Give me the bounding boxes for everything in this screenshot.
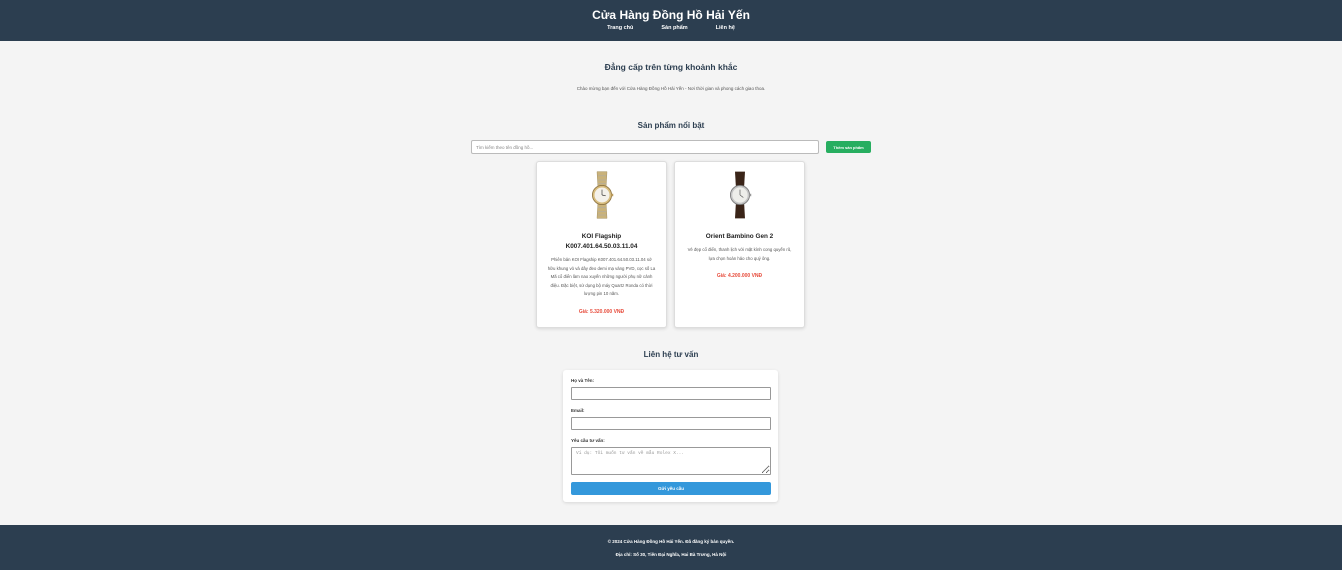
hero-heading: Đẳng cấp trên từng khoảnh khắc (604, 62, 738, 72)
product-name: Orient Bambino Gen 2 (705, 233, 774, 240)
product-card: Orient Bambino Gen 2 Vẻ đẹp cổ điển, tha… (674, 161, 805, 328)
name-label: Họ và Tên: (571, 378, 595, 383)
price-label: Giá: (578, 308, 589, 315)
product-card: KOI Flagship K007.401.64.50.03.11.04 Phi… (536, 161, 667, 328)
email-field-group: Email: (571, 408, 771, 430)
search-input[interactable] (471, 140, 819, 154)
price-value: 5.320.000 VNĐ (589, 308, 625, 315)
email-label: Email: (571, 408, 585, 413)
site-header: Cửa Hàng Đồng Hồ Hải Yến Trang chủ Sản p… (0, 0, 1342, 41)
search-row: Thêm sản phẩm (471, 140, 871, 154)
watch-image (591, 171, 613, 219)
hero-section: Đẳng cấp trên từng khoảnh khắc Chào mừng… (0, 62, 1342, 91)
product-description: Vẻ đẹp cổ điển, thanh lịch với mặt kính … (687, 247, 792, 261)
name-field-group: Họ và Tên: (571, 378, 771, 400)
name-input[interactable] (571, 387, 771, 400)
request-textarea[interactable] (571, 447, 771, 475)
product-price: Giá: 4.200.000 VNĐ (685, 273, 794, 279)
products-title: Sản phẩm nổi bật (637, 121, 705, 130)
contact-form: Họ và Tên: Email: Yêu cầu tư vấn: Gửi yê… (563, 370, 778, 502)
request-field-group: Yêu cầu tư vấn: (571, 438, 771, 475)
main-nav: Trang chủ Sản phẩm Liên hệ (0, 25, 1342, 31)
request-label: Yêu cầu tư vấn: (571, 438, 605, 443)
email-input[interactable] (571, 417, 771, 430)
nav-contact-link[interactable]: Liên hệ (712, 25, 739, 31)
add-product-button[interactable]: Thêm sản phẩm (826, 141, 871, 153)
product-description: Phiên bản KOI Flagship K007.401.64.50.03… (547, 257, 656, 296)
contact-title: Liên hệ tư vấn (643, 350, 699, 359)
footer-address: Địa chỉ: Số 30, Tiên Đại Nghĩa, Hai Bà T… (615, 552, 727, 557)
nav-products-link[interactable]: Sản phẩm (657, 25, 691, 31)
price-value: 4.200.000 VNĐ (727, 273, 763, 279)
watch-image (729, 171, 751, 219)
product-name: KOI Flagship K007.401.64.50.03.11.04 (565, 233, 638, 250)
hero-subtext: Chào mừng bạn đến với Cửa Hàng Đồng Hồ H… (576, 86, 766, 91)
submit-button[interactable]: Gửi yêu cầu (571, 482, 771, 495)
nav-home-link[interactable]: Trang chủ (603, 25, 637, 31)
product-price: Giá: 5.320.000 VNĐ (547, 309, 656, 315)
site-footer: © 2024 Cửa Hàng Đồng Hồ Hải Yến. Đã đăng… (0, 525, 1342, 570)
footer-copyright: © 2024 Cửa Hàng Đồng Hồ Hải Yến. Đã đăng… (607, 539, 735, 544)
price-label: Giá: (716, 273, 727, 279)
site-title: Cửa Hàng Đồng Hồ Hải Yến (592, 8, 750, 22)
